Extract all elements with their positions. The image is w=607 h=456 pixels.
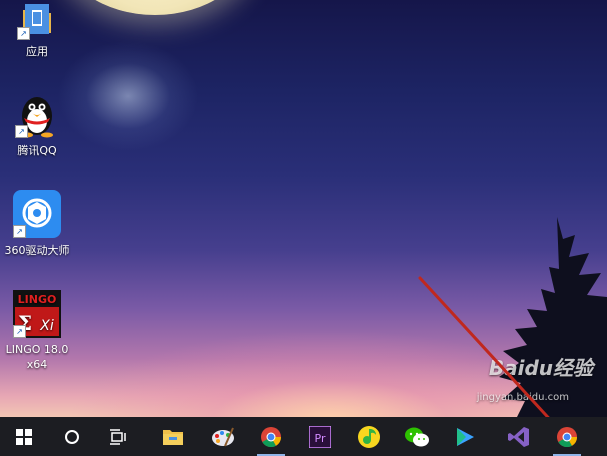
- desktop-icon-qq[interactable]: ↗ 腾讯QQ: [2, 92, 72, 158]
- cortana-button[interactable]: [52, 417, 92, 456]
- taskbar-chrome[interactable]: [251, 417, 291, 456]
- shortcut-arrow-icon: ↗: [13, 225, 26, 238]
- moon: [60, 0, 250, 15]
- chrome-icon: [261, 426, 282, 447]
- folder-icon: [163, 429, 183, 445]
- baidu-watermark-url: jingyan.baidu.com: [476, 392, 569, 403]
- premiere-label: Pr: [315, 432, 326, 445]
- taskbar-premiere[interactable]: Pr: [300, 417, 340, 456]
- tree-silhouette: [499, 217, 607, 417]
- desktop-icon-label: 应用: [26, 45, 48, 58]
- 360-driver-icon: ↗: [13, 190, 61, 238]
- task-view-button[interactable]: [99, 417, 139, 456]
- start-button[interactable]: [4, 417, 44, 456]
- cortana-circle-icon: [65, 429, 79, 444]
- baidu-watermark: Baidu经验: [488, 356, 593, 380]
- taskbar-file-explorer[interactable]: [153, 417, 193, 456]
- taskbar-wechat[interactable]: [397, 417, 437, 456]
- desktop-wallpaper: ↗ 应用 ↗ 腾讯QQ ↗ 360驱动大师 LINGO Σ Xi ↗ LINGO…: [0, 0, 607, 417]
- qq-music-icon: [358, 425, 380, 448]
- lingo-logo-text: LINGO: [18, 293, 57, 306]
- desktop-icon-label-line2: x64: [26, 358, 48, 371]
- desktop-icon-label: 腾讯QQ: [17, 144, 57, 157]
- shortcut-arrow-icon: ↗: [17, 27, 30, 40]
- taskbar: Pr: [0, 417, 607, 456]
- taskbar-paint[interactable]: [203, 417, 243, 456]
- task-view-icon: [110, 428, 126, 445]
- taskbar-video-player[interactable]: [445, 417, 485, 456]
- lingo-icon: LINGO Σ Xi ↗: [13, 290, 61, 338]
- chrome-icon: [557, 426, 578, 447]
- play-icon: [457, 427, 474, 446]
- lingo-logo-sub: Xi: [39, 318, 54, 334]
- wechat-icon: [405, 427, 429, 446]
- desktop-icon-360-driver[interactable]: ↗ 360驱动大师: [2, 190, 72, 258]
- visual-studio-icon: [508, 426, 529, 447]
- qq-penguin-icon: ↗: [15, 92, 59, 138]
- desktop-icon-label: 360驱动大师: [4, 244, 70, 257]
- desktop-icon-apps[interactable]: ↗ 应用: [2, 0, 72, 59]
- windows-start-icon: [16, 428, 32, 445]
- premiere-icon: Pr: [309, 425, 331, 448]
- desktop-icon-lingo[interactable]: LINGO Σ Xi ↗ LINGO 18.0 x64: [2, 290, 72, 372]
- folder-icon: ↗: [17, 0, 57, 40]
- paint-icon: [212, 427, 234, 446]
- shortcut-arrow-icon: ↗: [15, 125, 28, 138]
- taskbar-qq-music[interactable]: [349, 417, 389, 456]
- desktop-icon-label: LINGO 18.0: [5, 343, 69, 356]
- taskbar-visual-studio[interactable]: [499, 417, 539, 456]
- taskbar-chrome-2[interactable]: [547, 417, 587, 456]
- shortcut-arrow-icon: ↗: [13, 325, 26, 338]
